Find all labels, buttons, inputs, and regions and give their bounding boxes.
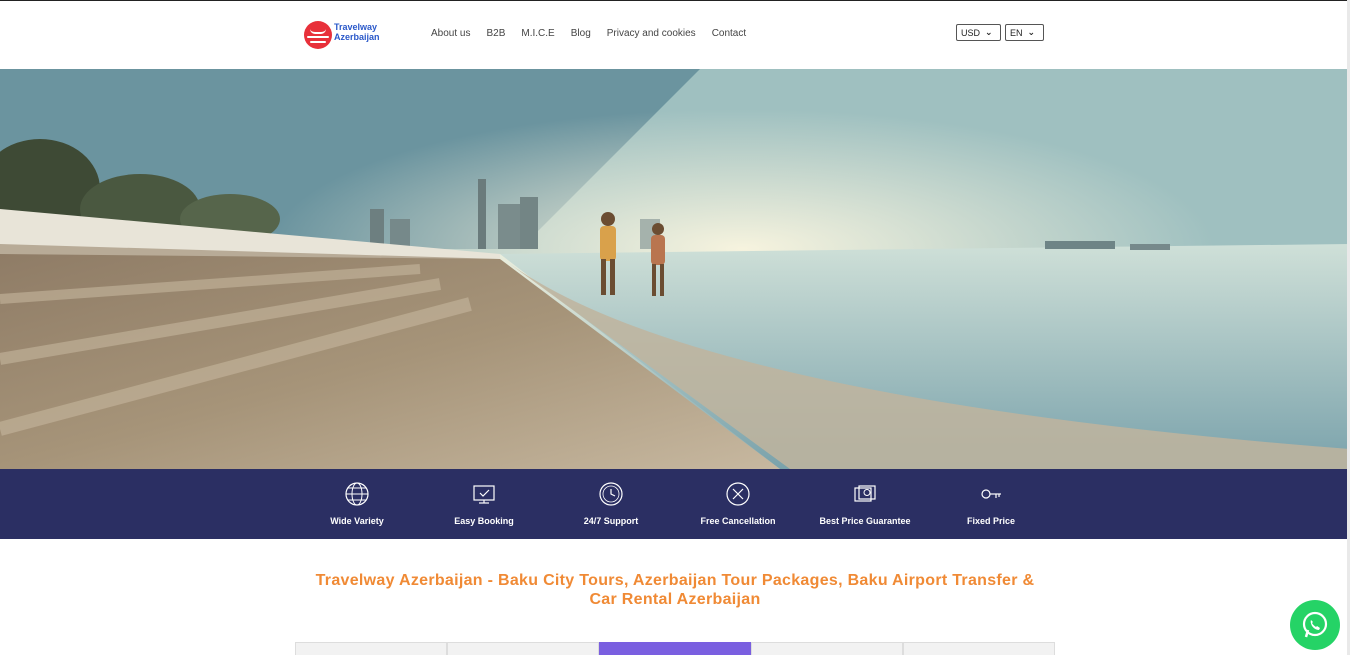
tab-3-active[interactable] — [599, 642, 751, 655]
feature-free-cancellation: Free Cancellation — [683, 481, 793, 526]
main-nav: About us B2B M.I.C.E Blog Privacy and co… — [431, 28, 762, 39]
tab-5[interactable] — [903, 642, 1055, 655]
cancel-x-icon — [726, 482, 750, 506]
nav-blog[interactable]: Blog — [571, 28, 591, 39]
page-title: Travelway Azerbaijan - Baku City Tours, … — [315, 572, 1035, 608]
hero-image — [0, 69, 1350, 469]
currency-select[interactable]: USD ⌄ — [956, 24, 1001, 41]
tab-2[interactable] — [447, 642, 599, 655]
language-value: EN — [1010, 27, 1023, 38]
logo-emblem-icon — [304, 21, 332, 49]
features-bar: Wide Variety Easy Booking 24/7 Support F… — [0, 469, 1350, 539]
logo-line-2: Azerbaijan — [334, 32, 380, 42]
whatsapp-icon — [1302, 611, 1328, 638]
hero-banner — [0, 69, 1350, 469]
support-clock-icon — [599, 482, 623, 506]
logo-line-1: Travelway — [334, 22, 378, 32]
feature-wide-variety: Wide Variety — [302, 481, 412, 526]
feature-best-price: Best Price Guarantee — [810, 481, 920, 526]
nav-privacy-cookies[interactable]: Privacy and cookies — [607, 28, 696, 39]
chevron-down-icon: ⌄ — [985, 27, 993, 37]
language-select[interactable]: EN ⌄ — [1005, 24, 1044, 41]
nav-contact[interactable]: Contact — [712, 28, 746, 39]
globe-icon — [345, 482, 369, 506]
feature-label: Best Price Guarantee — [819, 516, 911, 526]
feature-label: Free Cancellation — [700, 516, 776, 526]
booking-icon — [473, 485, 495, 504]
key-icon — [981, 489, 1001, 499]
nav-mice[interactable]: M.I.C.E — [521, 28, 554, 39]
price-tag-icon — [854, 485, 876, 502]
feature-label: Easy Booking — [454, 516, 514, 526]
feature-label: Fixed Price — [966, 516, 1016, 526]
tour-tabs — [295, 642, 1055, 655]
feature-support: 24/7 Support — [556, 481, 666, 526]
whatsapp-button[interactable] — [1290, 600, 1340, 650]
feature-fixed-price: Fixed Price — [936, 481, 1046, 526]
feature-easy-booking: Easy Booking — [429, 481, 539, 526]
tab-1[interactable] — [295, 642, 447, 655]
site-header: Travelway Azerbaijan About us B2B M.I.C.… — [0, 0, 1350, 69]
site-logo[interactable]: Travelway Azerbaijan — [304, 20, 384, 50]
nav-b2b[interactable]: B2B — [486, 28, 505, 39]
chevron-down-icon: ⌄ — [1027, 27, 1036, 37]
feature-label: Wide Variety — [330, 516, 384, 526]
feature-label: 24/7 Support — [583, 516, 639, 526]
nav-about-us[interactable]: About us — [431, 28, 470, 39]
logo-text: Travelway Azerbaijan — [334, 22, 380, 42]
tab-4[interactable] — [751, 642, 903, 655]
currency-value: USD — [961, 27, 981, 38]
